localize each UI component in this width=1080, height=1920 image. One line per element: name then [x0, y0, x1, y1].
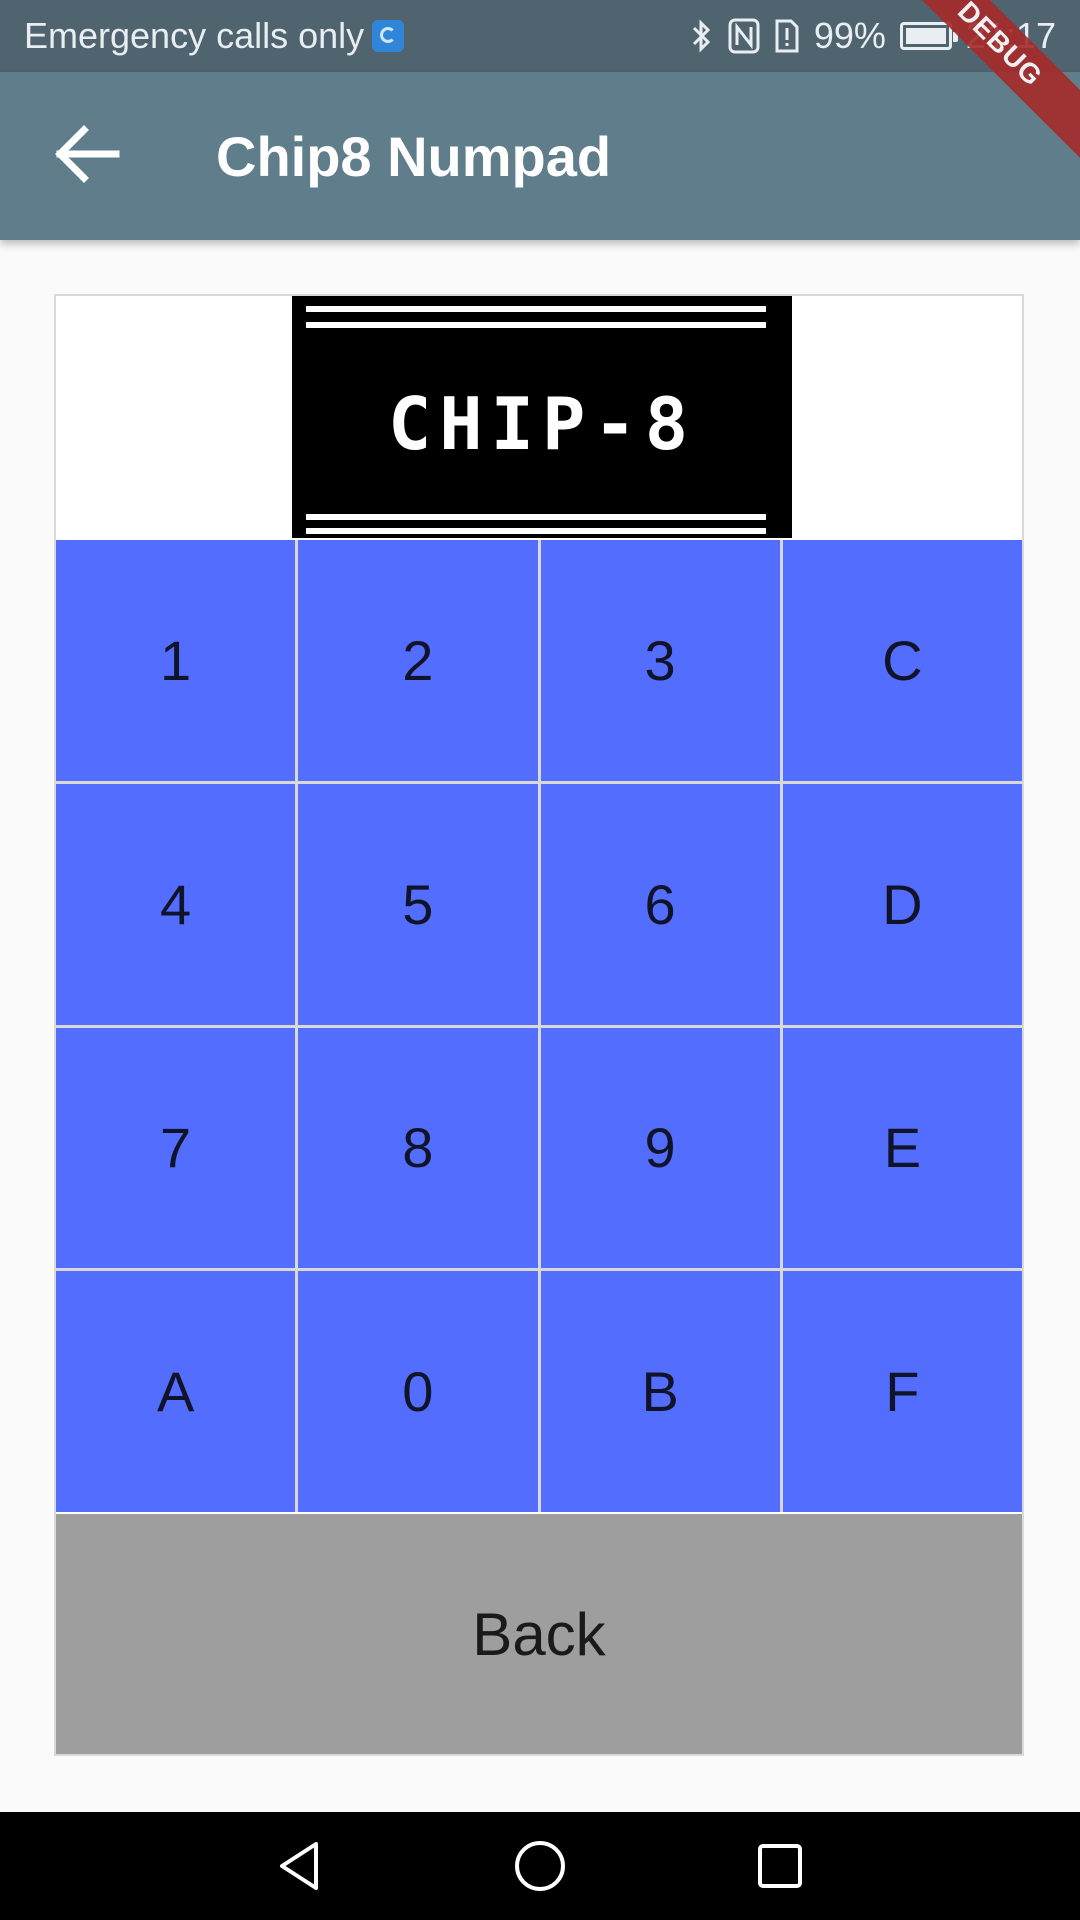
app-bar: Chip8 Numpad — [0, 72, 1080, 240]
logo-stripe — [306, 322, 766, 328]
page-title: Chip8 Numpad — [216, 124, 612, 188]
key-button[interactable]: F — [782, 1271, 1022, 1512]
logo-stripe — [306, 306, 766, 312]
status-left: Emergency calls only — [24, 0, 405, 72]
battery-icon — [899, 22, 958, 50]
key-button[interactable]: 7 — [56, 1027, 296, 1269]
nav-home-icon[interactable] — [510, 1836, 570, 1896]
key-button[interactable]: 3 — [540, 540, 780, 781]
carrier-app-icon — [372, 20, 405, 52]
chip8-logo: CHIP-8 — [292, 296, 792, 538]
key-button[interactable]: 0 — [298, 1271, 538, 1512]
key-button[interactable]: 8 — [298, 1027, 538, 1269]
key-button[interactable]: D — [782, 783, 1022, 1025]
back-button[interactable]: Back — [56, 1514, 1022, 1754]
battery-percent: 99% — [813, 15, 886, 56]
status-bar: Emergency calls only 99% 21:17 — [0, 0, 1080, 72]
key-button[interactable]: B — [540, 1271, 780, 1512]
logo-text: CHIP-8 — [387, 382, 697, 466]
key-button[interactable]: C — [782, 540, 1022, 781]
nfc-icon — [728, 18, 760, 54]
key-button[interactable]: A — [56, 1271, 296, 1512]
alert-icon — [774, 18, 800, 54]
bluetooth-icon — [690, 18, 714, 54]
logo-stripe — [306, 528, 766, 534]
logo-stripe — [306, 514, 766, 520]
key-button[interactable]: 1 — [56, 540, 296, 781]
key-button[interactable]: 9 — [540, 1027, 780, 1269]
key-button[interactable]: 5 — [298, 783, 538, 1025]
nav-back-icon[interactable] — [270, 1836, 330, 1896]
nav-recents-icon[interactable] — [750, 1836, 810, 1896]
carrier-text: Emergency calls only — [24, 15, 365, 56]
key-button[interactable]: 6 — [540, 783, 780, 1025]
logo-row: CHIP-8 — [56, 296, 1022, 540]
numpad-panel: CHIP-8 1 2 3 C 4 5 6 D 7 8 9 E A 0 B F B… — [54, 294, 1024, 1756]
keypad-grid: 1 2 3 C 4 5 6 D 7 8 9 E A 0 B F — [56, 540, 1022, 1512]
key-button[interactable]: 4 — [56, 783, 296, 1025]
key-button[interactable]: E — [782, 1027, 1022, 1269]
back-arrow-icon[interactable] — [48, 116, 128, 196]
key-button[interactable]: 2 — [298, 540, 538, 781]
nav-bar — [0, 1812, 1080, 1920]
